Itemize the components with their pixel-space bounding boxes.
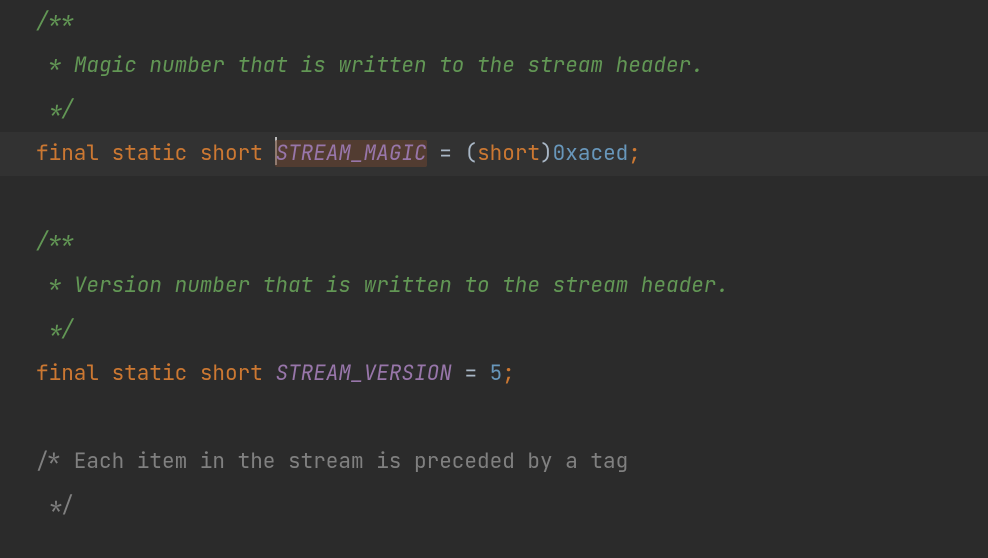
code-line: /** — [0, 220, 988, 264]
hex-literal: 0xaced — [553, 140, 629, 167]
cast-type: short — [477, 140, 540, 167]
javadoc-text: Magic number that is written to the stre… — [74, 52, 704, 79]
code-line-current: final static short STREAM_MAGIC = (short… — [0, 132, 988, 176]
constant-name: STREAM_VERSION — [275, 360, 451, 387]
javadoc-open: /** — [36, 8, 74, 35]
javadoc-text: Version number that is written to the st… — [74, 272, 729, 299]
javadoc-star: * — [36, 272, 74, 299]
javadoc-star: * — [36, 52, 74, 79]
paren-close: ) — [540, 140, 553, 167]
code-line: final static short STREAM_VERSION = 5; — [0, 352, 988, 396]
semicolon: ; — [628, 140, 641, 167]
keyword-static: static — [112, 360, 188, 387]
code-line: */ — [0, 88, 988, 132]
block-comment-close: */ — [36, 492, 74, 519]
semicolon: ; — [502, 360, 515, 387]
keyword-static: static — [112, 140, 188, 167]
code-line: /** — [0, 0, 988, 44]
code-line: * Version number that is written to the … — [0, 264, 988, 308]
javadoc-open: /** — [36, 228, 74, 255]
code-editor[interactable]: /** * Magic number that is written to th… — [0, 0, 988, 528]
operator-eq: = — [452, 360, 490, 387]
javadoc-close: */ — [36, 316, 74, 343]
code-line: */ — [0, 308, 988, 352]
keyword-short: short — [200, 360, 263, 387]
code-line: * Magic number that is written to the st… — [0, 44, 988, 88]
operator-eq: = — [427, 140, 465, 167]
keyword-final: final — [36, 140, 99, 167]
keyword-short: short — [200, 140, 263, 167]
code-line-blank — [0, 176, 988, 220]
code-line: */ — [0, 484, 988, 528]
number-literal: 5 — [490, 360, 503, 387]
paren-open: ( — [464, 140, 477, 167]
code-line: /* Each item in the stream is preceded b… — [0, 440, 988, 484]
code-line-blank — [0, 396, 988, 440]
javadoc-close: */ — [36, 96, 74, 123]
block-comment: /* Each item in the stream is preceded b… — [36, 448, 628, 475]
constant-name: STREAM_MAGIC — [275, 140, 426, 167]
keyword-final: final — [36, 360, 99, 387]
